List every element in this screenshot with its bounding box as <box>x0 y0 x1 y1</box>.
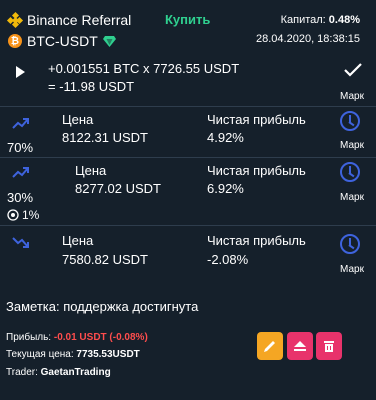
target-3-price: 7580.82 USDT <box>62 252 148 267</box>
clock-icon[interactable] <box>340 111 360 131</box>
buy-label[interactable]: Купить <box>165 12 210 27</box>
divider <box>0 225 376 226</box>
target-3-mark-label[interactable]: Марк <box>332 264 372 275</box>
source-row: Binance Referral <box>6 11 132 29</box>
capital-label: Капитал: <box>280 14 326 26</box>
note: Заметка: поддержка достигнута <box>6 299 199 314</box>
diamond-icon <box>102 35 116 47</box>
entry-line-1: +0.001551 BTC x 7726.55 USDT <box>48 61 240 76</box>
trash-icon <box>324 341 334 352</box>
binance-icon <box>6 11 24 29</box>
target-1-mark-label[interactable]: Марк <box>332 140 372 151</box>
target-3-profit: -2.08% <box>207 252 249 267</box>
source-name: Binance Referral <box>27 12 132 28</box>
target-2-extra-value: 1% <box>22 208 40 222</box>
target-2-price: 8277.02 USDT <box>75 181 161 196</box>
timestamp: 28.04.2020, 18:38:15 <box>256 33 360 45</box>
capital-value: 0.48% <box>328 14 360 26</box>
entry-line-2: = -11.98 USDT <box>48 79 135 94</box>
clock-icon[interactable] <box>340 234 360 254</box>
target-3-profit-label: Чистая прибыль <box>207 233 306 248</box>
eject-icon <box>294 341 306 351</box>
target-1-price-label: Цена <box>62 112 94 127</box>
trend-down-icon <box>12 237 29 248</box>
trend-up-icon <box>12 118 29 129</box>
clock-icon[interactable] <box>340 162 360 182</box>
current-price-row: Текущая цена: 7735.53USDT <box>6 349 140 360</box>
trader-value: GaetanTrading <box>40 367 111 378</box>
delete-button[interactable] <box>316 332 342 360</box>
divider <box>0 157 376 158</box>
trader-label: Trader: <box>6 367 38 378</box>
profit-row: Прибыль: -0.01 USDT (-0.08%) <box>6 332 148 343</box>
play-icon[interactable] <box>16 66 25 78</box>
trader-row: Trader: GaetanTrading <box>6 367 111 378</box>
target-2-price-label: Цена <box>75 163 107 178</box>
capital: Капитал: 0.48% <box>281 14 360 26</box>
profit-value: -0.01 USDT (-0.08%) <box>53 332 148 343</box>
pair-name: BTC-USDT <box>27 33 98 49</box>
target-1-profit-label: Чистая прибыль <box>207 112 306 127</box>
target-2-profit-label: Чистая прибыль <box>207 163 306 178</box>
profit-label: Прибыль: <box>6 332 52 343</box>
target-3-price-label: Цена <box>62 233 94 248</box>
pair-row: ₿ BTC-USDT <box>8 33 116 49</box>
target-1-price: 8122.31 USDT <box>62 130 148 145</box>
target-1-profit: 4.92% <box>207 130 244 145</box>
target-2-profit: 6.92% <box>207 181 244 196</box>
edit-button[interactable] <box>257 332 283 360</box>
target-2-percent: 30% <box>7 190 34 205</box>
current-price-value: 7735.53USDT <box>76 349 140 360</box>
close-position-button[interactable] <box>287 332 313 360</box>
target-icon <box>7 209 19 221</box>
current-price-label: Текущая цена: <box>6 349 74 360</box>
target-2-mark-label[interactable]: Марк <box>332 192 372 203</box>
entry-mark-label[interactable]: Марк <box>332 91 372 102</box>
btc-icon: ₿ <box>8 34 22 48</box>
pencil-icon <box>264 341 275 352</box>
check-icon[interactable] <box>343 60 363 80</box>
trend-up-icon <box>12 167 29 178</box>
target-2-extra: 1% <box>7 208 39 222</box>
divider <box>0 106 376 107</box>
target-1-percent: 70% <box>7 140 34 155</box>
